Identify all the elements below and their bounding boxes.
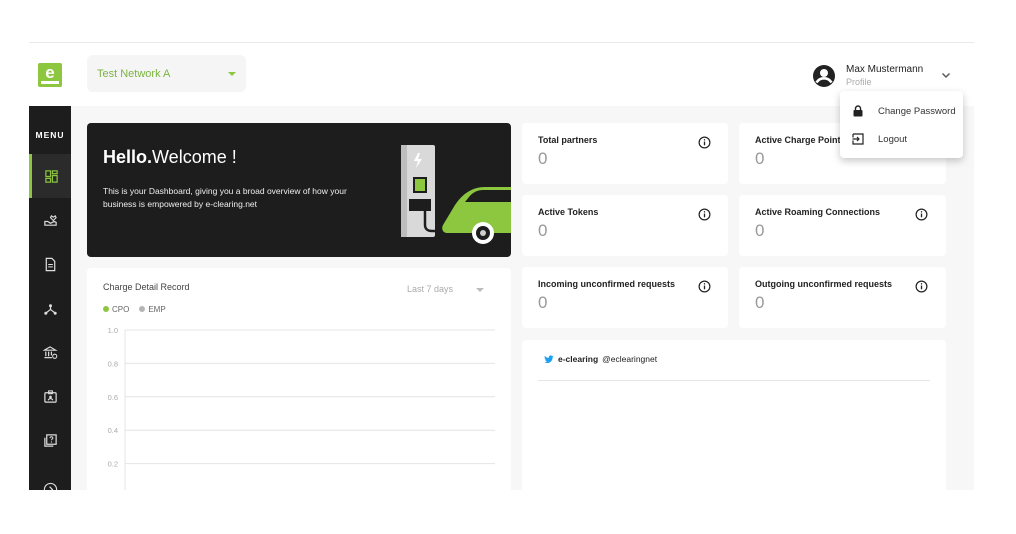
stat-title: Active Roaming Connections [755,207,881,217]
sidebar-item-dashboard[interactable] [29,154,71,198]
document-icon [45,257,55,271]
welcome-text: This is your Dashboard, giving you a bro… [103,186,347,209]
twitter-header[interactable]: e-clearing @eclearingnet [544,354,657,364]
stat-value: 0 [538,221,548,240]
welcome-title: Hello.Welcome ! [103,147,237,167]
twitter-handle: @eclearingnet [602,354,658,364]
info-icon[interactable] [698,136,711,149]
network-select-value: Test Network A [97,67,171,80]
sidebar-item-profile[interactable] [29,374,71,418]
bank-icon [42,345,58,359]
info-icon[interactable] [915,280,928,293]
twitter-bird-icon [544,354,554,363]
sidebar-item-more[interactable] [29,467,71,490]
stat-value: 0 [755,293,765,312]
caret-down-icon [228,71,236,76]
lock-icon [853,105,863,117]
legend-item-cpo[interactable]: CPO [103,305,129,314]
chart-plot-area: 1.0 0.8 0.6 0.4 0.2 [108,326,495,490]
stat-title: Total partners [538,135,598,145]
user-profile[interactable]: Max Mustermann Profile [812,63,923,89]
network-select[interactable]: Test Network A [87,55,246,92]
y-tick-label: 0.4 [108,426,118,435]
info-icon[interactable] [698,280,711,293]
stat-value: 0 [538,293,548,312]
stat-card-active-tokens: Active Tokens 0 [522,195,728,256]
stat-card-active-roaming-connections: Active Roaming Connections 0 [739,195,946,256]
sidebar: MENU [29,106,71,490]
account-circle-icon [813,65,835,87]
logout-icon [852,133,864,145]
menu-item-logout[interactable]: Logout [840,125,963,153]
sidebar-item-help[interactable] [29,418,71,462]
user-name: Max Mustermann [846,64,924,75]
stat-value: 0 [755,149,765,168]
y-tick-label: 0.8 [108,359,118,368]
info-icon[interactable] [915,208,928,221]
chevron-down-icon[interactable] [941,70,951,80]
arrow-icon [43,482,57,490]
stat-title: Active Charge Points [755,135,846,145]
help-icon [43,433,57,447]
user-menu-dropdown: Change Password Logout [840,91,963,158]
id-card-icon [43,389,57,403]
divider [538,380,930,381]
menu-label: MENU [35,130,65,140]
stat-card-incoming-unconfirmed: Incoming unconfirmed requests 0 [522,267,728,328]
y-tick-label: 0.2 [108,460,118,469]
legend-item-emp[interactable]: EMP [139,305,166,314]
chart-title: Charge Detail Record [103,282,190,292]
twitter-name: e-clearing [558,354,599,364]
stat-card-total-partners: Total partners 0 [522,123,728,184]
twitter-feed-card: e-clearing @eclearingnet [522,340,946,490]
stat-title: Incoming unconfirmed requests [538,279,676,289]
chart-legend: CPO EMP [103,305,166,314]
sidebar-item-clearing[interactable] [29,330,71,374]
cdr-chart-card: Charge Detail Record Last 7 days CPO EMP… [87,268,511,490]
stat-value: 0 [755,221,765,240]
stat-value: 0 [538,149,548,168]
logo-cell: e [29,43,71,106]
stat-title: Active Tokens [538,207,599,217]
app-frame: e Test Network A Max Mustermann Profile … [29,42,974,490]
sidebar-item-documents[interactable] [29,242,71,286]
welcome-banner: Hello.Welcome ! This is your Dashboard, … [87,123,511,257]
network-icon [43,303,57,315]
top-header: Test Network A Max Mustermann Profile [71,43,974,106]
menu-item-change-password[interactable]: Change Password [840,97,963,125]
sidebar-item-partners[interactable] [29,198,71,242]
stat-title: Outgoing unconfirmed requests [755,279,893,289]
user-subtitle: Profile [846,77,872,87]
info-icon[interactable] [698,208,711,221]
stat-card-outgoing-unconfirmed: Outgoing unconfirmed requests 0 [739,267,946,328]
y-tick-label: 0.6 [108,393,118,402]
sidebar-item-network[interactable] [29,286,71,330]
caret-down-icon [476,288,484,292]
e-clearing-logo[interactable]: e [38,62,62,87]
y-tick-label: 1.0 [108,326,118,335]
date-range-select[interactable]: Last 7 days [407,284,453,294]
dashboard-icon [45,169,58,183]
handshake-icon [43,214,57,226]
logo-letter: e [45,62,55,82]
charging-station-illustration [401,145,511,244]
